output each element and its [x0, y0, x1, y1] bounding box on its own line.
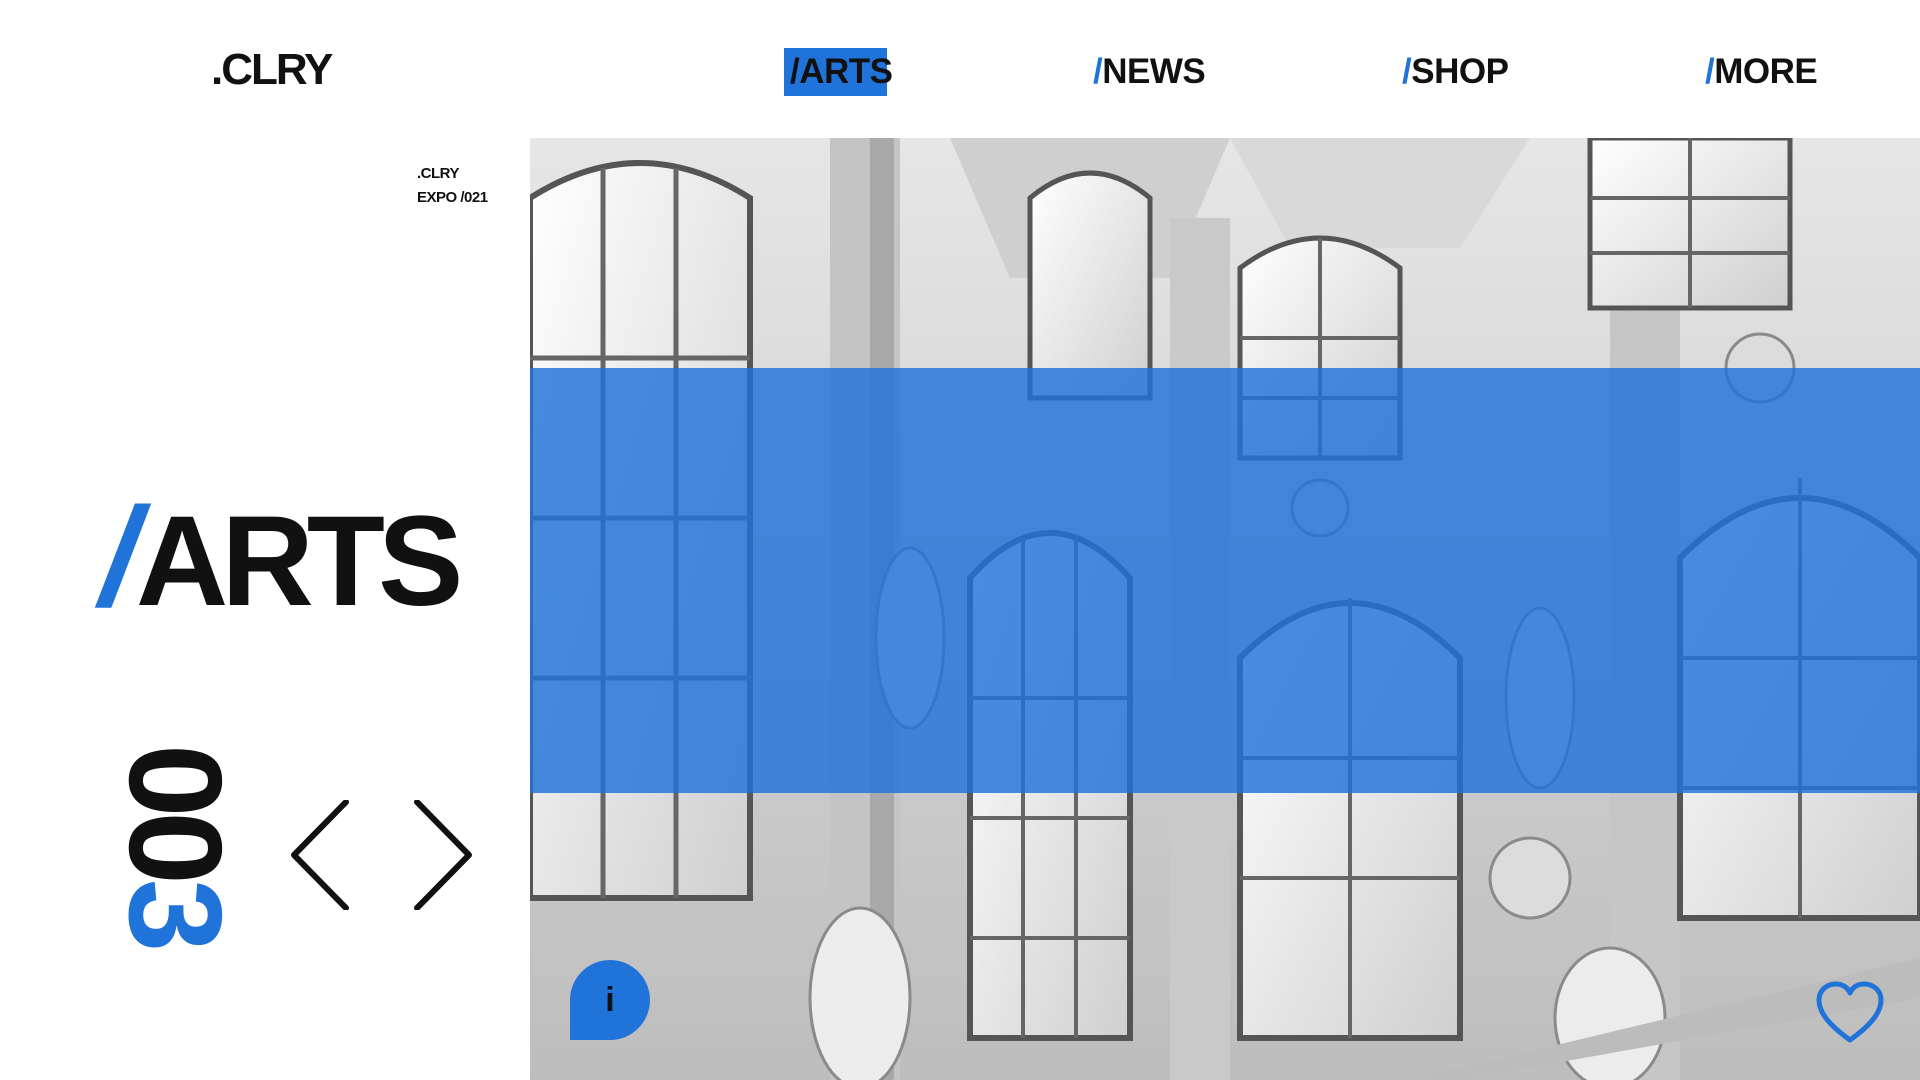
favorite-button[interactable] [1815, 980, 1885, 1046]
nav-label: NEWS [1102, 52, 1206, 91]
logo[interactable]: .CLRY [211, 44, 333, 96]
blue-overlay-band [530, 368, 1920, 793]
hero-image [530, 138, 1920, 1080]
expo-caption: .CLRY EXPO /021 [417, 162, 488, 210]
nav-slash: / [790, 52, 800, 91]
nav-item-shop[interactable]: /SHOP [1396, 48, 1514, 96]
info-button[interactable]: i [570, 960, 650, 1040]
nav-label: MORE [1714, 52, 1818, 91]
slide-counter-prefix: 00 [102, 744, 249, 879]
nav-item-news[interactable]: /NEWS [1087, 48, 1211, 96]
section-title-text: ARTS [135, 490, 463, 633]
expo-brand: .CLRY [417, 165, 459, 182]
slide-counter-current: 3 [102, 878, 249, 947]
prev-button[interactable] [290, 799, 350, 911]
section-title: /ARTS [100, 478, 463, 637]
expo-number: EXPO /021 [417, 189, 488, 206]
nav-label: ARTS [799, 52, 893, 91]
next-button[interactable] [413, 799, 473, 911]
nav-slash: / [1402, 52, 1412, 91]
nav-slash: / [1705, 52, 1715, 91]
page: .CLRY /ARTS /NEWS /SHOP /MORE .CLRY EXPO… [0, 0, 1920, 1080]
chevron-right-icon [414, 799, 472, 911]
nav-item-arts[interactable]: /ARTS [784, 48, 893, 96]
chevron-left-icon [291, 799, 349, 911]
slide-counter: 003 [102, 744, 249, 984]
section-title-slash: / [100, 478, 139, 635]
nav-item-more[interactable]: /MORE [1699, 48, 1823, 96]
nav-slash: / [1093, 52, 1103, 91]
nav-label: SHOP [1411, 52, 1509, 91]
info-icon: i [605, 981, 615, 1019]
slide-counter-number: 003 [102, 744, 249, 946]
heart-icon [1816, 981, 1884, 1043]
